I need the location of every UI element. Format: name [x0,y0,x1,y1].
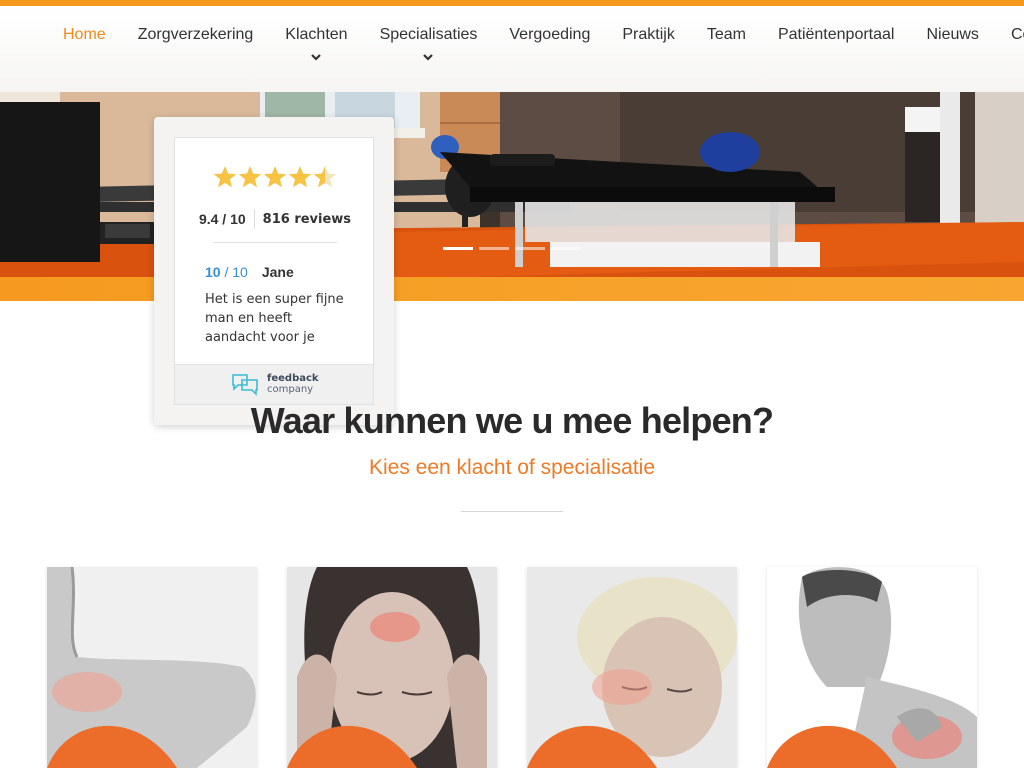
nav-item-nieuws[interactable]: Nieuws [926,26,978,44]
neck-pain-photo-icon [527,567,737,768]
nav-item-team[interactable]: Team [707,26,746,44]
review-text: Het is een super fijne man en heeft aand… [205,292,344,345]
review-author: Jane [261,264,294,280]
carousel-dot[interactable] [443,247,473,250]
overall-score: 9.4 / 10 816 reviews [175,209,375,229]
section-divider [461,511,563,512]
review-count[interactable]: 816 reviews [263,212,351,227]
nav-item-contact[interactable]: Contact [1011,26,1024,44]
carousel-dots [443,247,581,250]
section-subtitle: Kies een klacht of specialisatie [369,456,655,479]
nav-item-home[interactable]: Home [63,26,106,44]
card-neck-pain[interactable] [527,567,737,768]
card-shoulder-pain[interactable] [767,567,977,768]
nav-item-vergoeding[interactable]: Vergoeding [509,26,590,44]
feedback-chat-icon [232,374,258,396]
divider [213,242,337,243]
review-widget[interactable]: 9.4 / 10 816 reviews 10 / 10 Jane Het is… [154,117,394,425]
section-title: Waar kunnen we u mee helpen? [250,400,774,441]
headache-photo-icon [287,567,497,768]
nav-item-zorgverzekering[interactable]: Zorgverzekering [138,26,254,44]
nav-item-klachten[interactable]: Klachten [285,26,348,61]
single-review-rating: 10 / 10 Jane [205,264,294,280]
feedback-company-logo[interactable]: feedback company [175,364,373,404]
card-headache[interactable] [287,567,497,768]
chevron-down-icon[interactable] [422,52,434,62]
elbow-photo-icon [47,567,257,768]
carousel-dot[interactable] [551,247,581,250]
carousel-dot[interactable] [515,247,545,250]
site-header: Home Zorgverzekering Klachten Specialisa… [0,6,1024,92]
card-elbow[interactable] [47,567,257,768]
score-value: 9.4 / 10 [198,211,246,227]
shoulder-pain-photo-icon [767,567,977,768]
carousel-dot[interactable] [479,247,509,250]
main-navigation: Home Zorgverzekering Klachten Specialisa… [63,26,1024,61]
chevron-down-icon[interactable] [310,52,322,62]
rating-stars-icon [213,166,337,188]
review-widget-inner: 9.4 / 10 816 reviews 10 / 10 Jane Het is… [174,137,374,405]
nav-item-specialisaties[interactable]: Specialisaties [380,26,477,61]
nav-item-praktijk[interactable]: Praktijk [622,26,674,44]
nav-item-patientenportaal[interactable]: Patiëntenportaal [778,26,895,44]
